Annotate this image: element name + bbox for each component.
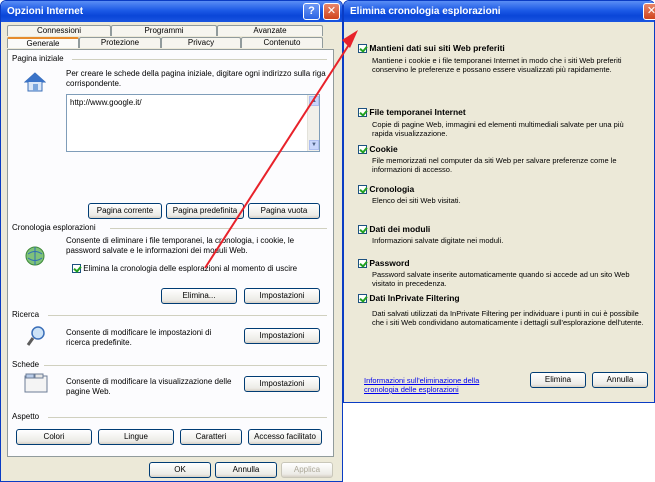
option-temp-files-label: File temporanei Internet xyxy=(369,107,466,117)
internet-options-dialog: Opzioni Internet ? ✕ Connessioni Program… xyxy=(0,0,343,482)
history-settings-button[interactable]: Impostazioni xyxy=(244,288,320,304)
tabs-section-label: Schede xyxy=(12,360,40,369)
tab-programmi[interactable]: Programmi xyxy=(111,25,217,36)
home-description: Per creare le schede della pagina inizia… xyxy=(66,69,326,88)
option-cookie-checkbox[interactable] xyxy=(358,145,367,155)
option-temp-files[interactable]: File temporanei Internet xyxy=(358,107,466,118)
delete-history-body: Mantieni dati sui siti Web preferiti Man… xyxy=(344,22,654,402)
home-url-textarea[interactable]: http://www.google.it/ ▲ ▼ xyxy=(66,94,320,152)
option-inprivate[interactable]: Dati InPrivate Filtering xyxy=(358,293,460,304)
blank-page-button[interactable]: Pagina vuota xyxy=(248,203,320,219)
search-description: Consente di modificare le impostazioni d… xyxy=(66,328,212,347)
dialog-body: Connessioni Programmi Avanzate Generale … xyxy=(1,22,342,481)
option-password-label: Password xyxy=(369,258,410,268)
default-page-button[interactable]: Pagina predefinita xyxy=(166,203,244,219)
history-globe-icon xyxy=(25,246,45,266)
option-temp-files-desc: Copie di pagine Web, immagini ed element… xyxy=(372,120,624,138)
tabs-window-icon xyxy=(24,373,48,393)
delete-history-titlebar: Elimina cronologia esplorazioni ✕ xyxy=(344,1,655,22)
option-form-data-desc: Informazioni salvate digitate nei moduli… xyxy=(372,236,504,245)
delete-history-title: Elimina cronologia esplorazioni xyxy=(350,6,501,17)
tabs-separator xyxy=(44,365,327,366)
history-exit-checkbox-label: Elimina la cronologia delle esplorazioni… xyxy=(83,264,298,273)
tabs-settings-button[interactable]: Impostazioni xyxy=(244,376,320,392)
confirm-delete-button[interactable]: Elimina xyxy=(530,372,586,388)
option-cookie-label: Cookie xyxy=(369,144,398,154)
option-history-label: Cronologia xyxy=(369,184,415,194)
tab-avanzate[interactable]: Avanzate xyxy=(217,25,323,36)
tab-privacy[interactable]: Privacy xyxy=(161,37,241,48)
option-password[interactable]: Password xyxy=(358,258,410,269)
delete-history-button[interactable]: Elimina... xyxy=(161,288,237,304)
tab-row-top: Connessioni Programmi Avanzate xyxy=(7,25,323,36)
option-favorites-checkbox[interactable] xyxy=(358,44,367,54)
close-button[interactable]: ✕ xyxy=(323,3,340,20)
home-separator xyxy=(72,59,327,60)
background-blank-area xyxy=(343,403,655,482)
delete-history-dialog: Elimina cronologia esplorazioni ✕ Mantie… xyxy=(343,0,655,403)
house-icon xyxy=(24,72,46,92)
option-inprivate-label: Dati InPrivate Filtering xyxy=(369,293,460,303)
option-inprivate-desc: Dati salvati utilizzati da InPrivate Fil… xyxy=(372,309,644,327)
option-favorites-desc: Mantiene i cookie e i file temporanei In… xyxy=(372,56,622,74)
option-favorites[interactable]: Mantieni dati sui siti Web preferiti xyxy=(358,43,505,54)
option-password-desc: Password salvate inserite automaticament… xyxy=(372,270,630,288)
option-form-data-checkbox[interactable] xyxy=(358,225,367,235)
history-exit-checkbox-row[interactable]: Elimina la cronologia delle esplorazioni… xyxy=(72,264,334,274)
history-separator xyxy=(110,228,327,229)
option-favorites-label: Mantieni dati sui siti Web preferiti xyxy=(369,43,505,53)
help-button[interactable]: ? xyxy=(303,3,320,20)
option-history[interactable]: Cronologia xyxy=(358,184,415,195)
tab-row-bottom: Generale Protezione Privacy Contenuto xyxy=(7,37,323,48)
history-description: Consente di eliminare i file temporanei,… xyxy=(66,236,295,255)
option-cookie[interactable]: Cookie xyxy=(358,144,398,155)
search-section-label: Ricerca xyxy=(12,310,40,319)
accessibility-button[interactable]: Accesso facilitato xyxy=(248,429,322,445)
delete-history-close-button[interactable]: ✕ xyxy=(643,3,655,20)
tab-panel-generale: Pagina iniziale Per creare le schede del… xyxy=(7,49,334,457)
history-exit-checkbox[interactable] xyxy=(72,264,81,274)
internet-options-titlebar: Opzioni Internet ? ✕ xyxy=(1,1,342,22)
delete-history-info-link[interactable]: Informazioni sull'eliminazione della cro… xyxy=(364,376,514,394)
search-settings-button[interactable]: Impostazioni xyxy=(244,328,320,344)
option-form-data-label: Dati dei moduli xyxy=(369,224,431,234)
appearance-section-label: Aspetto xyxy=(12,412,40,421)
current-page-button[interactable]: Pagina corrente xyxy=(88,203,162,219)
option-form-data[interactable]: Dati dei moduli xyxy=(358,224,431,235)
dialog-title: Opzioni Internet xyxy=(7,6,84,17)
languages-button[interactable]: Lingue xyxy=(98,429,174,445)
tab-generale[interactable]: Generale xyxy=(7,37,79,48)
search-separator xyxy=(48,315,327,316)
scroll-down-icon[interactable]: ▼ xyxy=(309,140,319,150)
home-section-label: Pagina iniziale xyxy=(12,54,64,63)
option-cookie-desc: File memorizzati nel computer da siti We… xyxy=(372,156,617,174)
tab-connessioni[interactable]: Connessioni xyxy=(7,25,111,36)
home-url-scrollbar[interactable]: ▲ ▼ xyxy=(307,95,319,151)
option-history-desc: Elenco dei siti Web visitati. xyxy=(372,196,461,205)
tabs-description: Consente di modificare la visualizzazion… xyxy=(66,377,232,396)
cancel-button[interactable]: Annulla xyxy=(215,462,277,478)
home-url-value: http://www.google.it/ xyxy=(70,98,142,107)
fonts-button[interactable]: Caratteri xyxy=(180,429,242,445)
cancel-delete-button[interactable]: Annulla xyxy=(592,372,648,388)
option-temp-files-checkbox[interactable] xyxy=(358,108,367,118)
scroll-up-icon[interactable]: ▲ xyxy=(309,96,319,106)
option-password-checkbox[interactable] xyxy=(358,259,367,269)
tab-protezione[interactable]: Protezione xyxy=(79,37,161,48)
tab-contenuto[interactable]: Contenuto xyxy=(241,37,323,48)
option-inprivate-checkbox[interactable] xyxy=(358,294,367,304)
apply-button[interactable]: Applica xyxy=(281,462,333,478)
colors-button[interactable]: Colori xyxy=(16,429,92,445)
ok-button[interactable]: OK xyxy=(149,462,211,478)
magnifier-icon xyxy=(26,326,45,346)
appearance-separator xyxy=(48,417,327,418)
option-history-checkbox[interactable] xyxy=(358,185,367,195)
history-section-label: Cronologia esplorazioni xyxy=(12,223,96,232)
